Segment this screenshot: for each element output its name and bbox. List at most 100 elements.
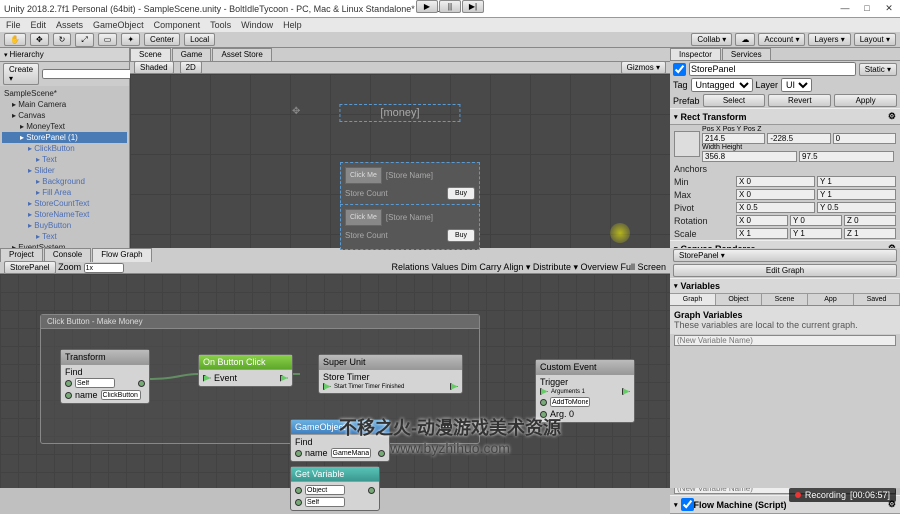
step-button[interactable]: ▶| bbox=[462, 0, 484, 13]
anchor-max-x[interactable] bbox=[736, 189, 815, 200]
pivot-x[interactable] bbox=[736, 202, 815, 213]
window-close[interactable]: ✕ bbox=[882, 3, 896, 14]
hand-tool[interactable]: ✋ bbox=[4, 33, 26, 46]
hierarchy-item[interactable]: ▸ ClickButton bbox=[2, 143, 127, 154]
hierarchy-item[interactable]: ▸ StoreNameText bbox=[2, 209, 127, 220]
hierarchy-item[interactable]: ▸ Background bbox=[2, 176, 127, 187]
scale-x[interactable] bbox=[736, 228, 788, 239]
anchor-min-y[interactable] bbox=[817, 176, 896, 187]
menu-gameobject[interactable]: GameObject bbox=[93, 20, 144, 30]
node-on-button-click[interactable]: On Button Click Event bbox=[198, 354, 293, 387]
prefab-revert[interactable]: Revert bbox=[768, 94, 831, 107]
tab-asset-store[interactable]: Asset Store bbox=[212, 48, 271, 61]
anchor-max-y[interactable] bbox=[817, 189, 896, 200]
pos-z[interactable] bbox=[833, 133, 896, 144]
gameobject-name[interactable] bbox=[689, 62, 856, 76]
rect-transform-header[interactable]: Rect Transform⚙ bbox=[670, 108, 900, 125]
rotate-tool[interactable]: ↻ bbox=[53, 33, 72, 46]
window-minimize[interactable]: — bbox=[838, 3, 852, 14]
transform-tool[interactable]: ✦ bbox=[121, 33, 140, 46]
edit-graph-button[interactable]: Edit Graph bbox=[673, 264, 897, 277]
pivot-center[interactable]: Center bbox=[144, 33, 180, 46]
node-super-unit[interactable]: Super Unit Store Timer Start Timer Timer… bbox=[318, 354, 463, 394]
rot-z[interactable] bbox=[844, 215, 896, 226]
scene-view[interactable]: ✥ [money] Click Me[Store Name] Store Cou… bbox=[130, 74, 670, 248]
tab-console[interactable]: Console bbox=[44, 248, 91, 262]
menu-window[interactable]: Window bbox=[241, 20, 273, 30]
node-custom-event-trigger[interactable]: Custom Event Trigger Arguments 1 Arg. 0 bbox=[535, 359, 635, 423]
layers-dropdown[interactable]: Layers ▾ bbox=[808, 33, 850, 46]
collab-dropdown[interactable]: Collab ▾ bbox=[691, 33, 732, 46]
tab-scene[interactable]: Scene bbox=[130, 48, 171, 61]
hierarchy-tab[interactable]: Hierarchy bbox=[0, 48, 129, 62]
buy-button[interactable]: Buy bbox=[447, 187, 475, 200]
rect-tool[interactable]: ▭ bbox=[98, 33, 118, 46]
variables-section-header[interactable]: Variables bbox=[670, 278, 900, 294]
vartab-scene[interactable]: Scene bbox=[762, 294, 808, 305]
new-graph-var[interactable] bbox=[674, 335, 896, 346]
hierarchy-item[interactable]: ▸ Main Camera bbox=[2, 99, 127, 110]
width[interactable] bbox=[702, 151, 797, 162]
hierarchy-item[interactable]: ▸ Text bbox=[2, 154, 127, 165]
menu-component[interactable]: Component bbox=[154, 20, 201, 30]
hierarchy-item[interactable]: ▸ MoneyText bbox=[2, 121, 127, 132]
store-panel-preview-1[interactable]: Click Me[Store Name] Store CountBuy bbox=[340, 162, 480, 208]
cloud-icon[interactable]: ☁ bbox=[735, 33, 755, 46]
rot-x[interactable] bbox=[736, 215, 788, 226]
flow-breadcrumb[interactable]: StorePanel bbox=[4, 261, 56, 274]
pos-x[interactable] bbox=[702, 133, 765, 144]
gear-icon[interactable]: ⚙ bbox=[888, 111, 896, 122]
click-me-button[interactable]: Click Me bbox=[345, 209, 382, 226]
zoom-input[interactable] bbox=[84, 263, 124, 273]
play-button[interactable]: ▶ bbox=[416, 0, 438, 13]
scene-2d[interactable]: 2D bbox=[180, 61, 202, 74]
flow-toolbar-right[interactable]: Relations Values Dim Carry Align ▾ Distr… bbox=[392, 262, 666, 273]
buy-button[interactable]: Buy bbox=[447, 229, 475, 242]
scene-gizmos[interactable]: Gizmos ▾ bbox=[621, 61, 666, 74]
hierarchy-item[interactable]: ▸ Text bbox=[2, 231, 127, 242]
node-gameobject-find[interactable]: GameObject Find name bbox=[290, 419, 390, 462]
layer-select[interactable]: UI bbox=[781, 78, 812, 92]
tab-game[interactable]: Game bbox=[172, 48, 212, 61]
vartab-graph[interactable]: Graph bbox=[670, 294, 716, 305]
tag-select[interactable]: Untagged bbox=[691, 78, 753, 92]
hierarchy-item[interactable]: ▸ StoreCountText bbox=[2, 198, 127, 209]
hierarchy-item[interactable]: ▸ Slider bbox=[2, 165, 127, 176]
money-text-preview[interactable]: [money] bbox=[339, 104, 460, 122]
scale-tool[interactable]: ⤢ bbox=[75, 33, 93, 47]
hierarchy-item[interactable]: SampleScene* bbox=[2, 88, 127, 99]
account-dropdown[interactable]: Account ▾ bbox=[758, 33, 805, 46]
prefab-select[interactable]: Select bbox=[703, 94, 766, 107]
flow-canvas[interactable]: Click Button - Make Money Transform Find… bbox=[0, 274, 670, 488]
prefab-apply[interactable]: Apply bbox=[834, 94, 897, 107]
pause-button[interactable]: || bbox=[439, 0, 461, 13]
varpanel-title[interactable]: StorePanel ▾ bbox=[673, 249, 897, 262]
scale-z[interactable] bbox=[844, 228, 896, 239]
gameobject-enabled[interactable] bbox=[673, 63, 686, 76]
pivot-y[interactable] bbox=[817, 202, 896, 213]
hierarchy-item[interactable]: ▸ Canvas bbox=[2, 110, 127, 121]
tab-flow-graph[interactable]: Flow Graph bbox=[92, 248, 151, 262]
menu-edit[interactable]: Edit bbox=[31, 20, 47, 30]
anchor-min-x[interactable] bbox=[736, 176, 815, 187]
tab-inspector[interactable]: Inspector bbox=[670, 48, 721, 60]
menu-help[interactable]: Help bbox=[283, 20, 302, 30]
node-get-variable[interactable]: Get Variable bbox=[290, 466, 380, 511]
store-panel-preview-2[interactable]: Click Me[Store Name] Store CountBuy bbox=[340, 204, 480, 250]
anchor-preset[interactable] bbox=[674, 131, 700, 157]
menu-assets[interactable]: Assets bbox=[56, 20, 83, 30]
vartab-object[interactable]: Object bbox=[716, 294, 762, 305]
move-tool[interactable]: ✥ bbox=[30, 33, 49, 46]
rot-y[interactable] bbox=[790, 215, 842, 226]
hierarchy-item[interactable]: ▸ BuyButton bbox=[2, 220, 127, 231]
static-dropdown[interactable]: Static ▾ bbox=[859, 63, 897, 76]
scene-shading[interactable]: Shaded bbox=[134, 61, 174, 74]
node-transform-find[interactable]: Transform Find name bbox=[60, 349, 150, 404]
hierarchy-create[interactable]: Create ▾ bbox=[3, 63, 39, 85]
window-maximize[interactable]: □ bbox=[860, 3, 874, 14]
tab-services[interactable]: Services bbox=[722, 48, 771, 60]
pivot-local[interactable]: Local bbox=[184, 33, 215, 46]
hierarchy-item[interactable]: ▸ StorePanel (1) bbox=[2, 132, 127, 143]
vartab-saved[interactable]: Saved bbox=[854, 294, 900, 305]
height[interactable] bbox=[799, 151, 894, 162]
